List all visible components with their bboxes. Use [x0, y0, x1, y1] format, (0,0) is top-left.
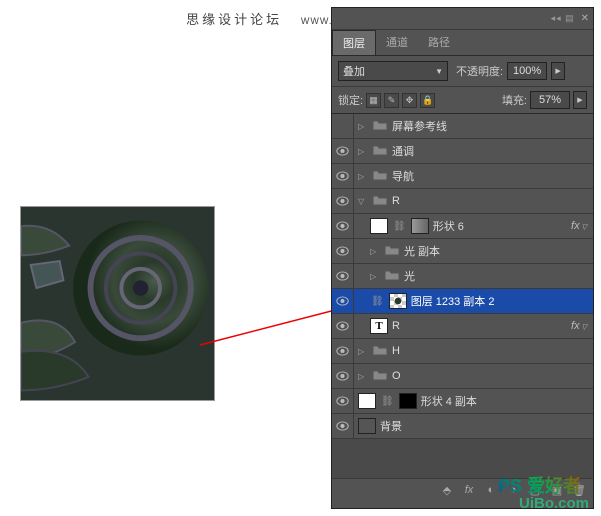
layer-name: R: [392, 195, 400, 207]
layer-row[interactable]: ▷O: [332, 364, 593, 389]
tab-channels[interactable]: 通道: [376, 30, 418, 55]
layer-name: 光 副本: [404, 243, 440, 259]
opacity-flyout[interactable]: ▶: [551, 62, 565, 80]
opacity-input[interactable]: 100%: [507, 62, 547, 80]
lock-all-icon[interactable]: 🔒: [420, 93, 435, 108]
folder-icon: [372, 369, 388, 384]
fill-flyout[interactable]: ▶: [573, 91, 587, 109]
layer-name: 屏幕参考线: [392, 118, 447, 134]
disclosure-triangle[interactable]: ▷: [358, 172, 368, 181]
layer-thumbnail[interactable]: [389, 293, 407, 309]
layer-row[interactable]: ▷ 屏幕参考线: [332, 114, 593, 139]
disclosure-triangle[interactable]: ▷: [358, 347, 368, 356]
disclosure-triangle[interactable]: ▷: [370, 272, 380, 281]
layer-row[interactable]: ⛓ 形状 4 副本: [332, 389, 593, 414]
layer-name: 导航: [392, 168, 414, 184]
disclosure-triangle[interactable]: ▷: [358, 122, 368, 131]
lock-transparency-icon[interactable]: ▦: [366, 93, 381, 108]
layer-row[interactable]: 背景: [332, 414, 593, 439]
layer-row[interactable]: ▷ 导航: [332, 164, 593, 189]
tab-layers[interactable]: 图层: [332, 30, 376, 55]
layer-name: R: [392, 320, 400, 332]
layer-thumbnail[interactable]: [411, 218, 429, 234]
layer-row[interactable]: ▷H: [332, 339, 593, 364]
layer-name: 通调: [392, 143, 414, 159]
layer-name: 图层 1233 副本 2: [411, 293, 495, 309]
visibility-toggle[interactable]: [332, 414, 354, 438]
visibility-toggle[interactable]: [332, 339, 354, 363]
visibility-toggle[interactable]: [332, 264, 354, 288]
layer-thumbnail[interactable]: [358, 418, 376, 434]
lock-row: 锁定: ▦ ✎ ✥ 🔒 填充: 57% ▶: [332, 87, 593, 114]
visibility-toggle[interactable]: [332, 139, 354, 163]
visibility-toggle[interactable]: [332, 389, 354, 413]
visibility-toggle[interactable]: [332, 114, 354, 138]
layer-name: 背景: [380, 418, 402, 434]
link-icon: ⛓: [371, 296, 384, 307]
blend-mode-value: 叠加: [343, 63, 365, 79]
layer-row[interactable]: ▷ 通调: [332, 139, 593, 164]
disclosure-triangle[interactable]: ▷: [358, 372, 368, 381]
layer-thumbnail[interactable]: [358, 393, 376, 409]
disclosure-triangle[interactable]: ▷: [370, 247, 380, 256]
fx-indicator[interactable]: fx▽: [571, 220, 587, 232]
blend-mode-select[interactable]: 叠加 ▼: [338, 61, 448, 81]
visibility-toggle[interactable]: [332, 239, 354, 263]
layer-name: 形状 4 副本: [421, 393, 477, 409]
layer-thumbnail[interactable]: T: [370, 318, 388, 334]
layer-row[interactable]: ⛓ 形状 6 fx▽: [332, 214, 593, 239]
layer-thumbnail[interactable]: [399, 393, 417, 409]
panel-menu-icon[interactable]: ◂◂ ▤: [551, 13, 575, 24]
lock-label: 锁定:: [338, 92, 363, 108]
panel-tabs: 图层 通道 路径: [332, 30, 593, 56]
folder-icon: [372, 169, 388, 184]
disclosure-triangle[interactable]: ▽: [358, 197, 368, 206]
layer-row[interactable]: ▷光: [332, 264, 593, 289]
layer-name: O: [392, 370, 401, 382]
chevron-down-icon: ▼: [435, 67, 443, 76]
layer-name: 形状 6: [433, 218, 464, 234]
layer-row[interactable]: ▽R: [332, 189, 593, 214]
folder-icon: [372, 144, 388, 159]
layer-row[interactable]: ⛓ 图层 1233 副本 2: [332, 289, 593, 314]
link-layers-icon[interactable]: ⬘: [439, 483, 455, 497]
visibility-toggle[interactable]: [332, 314, 354, 338]
folder-icon: [384, 269, 400, 284]
fx-indicator[interactable]: fx▽: [571, 320, 587, 332]
folder-icon: [372, 344, 388, 359]
opacity-label: 不透明度:: [456, 63, 503, 79]
layer-name: H: [392, 345, 400, 357]
preview-image: [20, 206, 215, 401]
folder-icon: [372, 194, 388, 209]
blend-row: 叠加 ▼ 不透明度: 100% ▶: [332, 56, 593, 87]
close-icon[interactable]: ✕: [581, 13, 589, 24]
link-icon: ⛓: [381, 396, 394, 407]
visibility-toggle[interactable]: [332, 189, 354, 213]
lock-paint-icon[interactable]: ✎: [384, 93, 399, 108]
visibility-toggle[interactable]: [332, 364, 354, 388]
layer-name: 光: [404, 268, 415, 284]
layer-row[interactable]: ▷ 光 副本: [332, 239, 593, 264]
visibility-toggle[interactable]: [332, 214, 354, 238]
folder-icon: [372, 119, 388, 134]
mask-icon[interactable]: ◐: [483, 483, 499, 497]
lock-move-icon[interactable]: ✥: [402, 93, 417, 108]
layer-row[interactable]: TRfx▽: [332, 314, 593, 339]
layers-panel: ◂◂ ▤ ✕ 图层 通道 路径 叠加 ▼ 不透明度: 100% ▶ 锁定: ▦ …: [331, 7, 594, 509]
layers-list: ▷屏幕参考线▷通调▷导航▽R⛓形状 6fx▽▷光 副本▷光⛓图层 1233 副本…: [332, 114, 593, 439]
visibility-toggle[interactable]: [332, 164, 354, 188]
visibility-toggle[interactable]: [332, 289, 354, 313]
folder-icon: [384, 244, 400, 259]
fx-icon[interactable]: fx: [461, 483, 477, 497]
watermark-url: UiBo.com: [519, 495, 589, 512]
disclosure-triangle[interactable]: ▷: [358, 147, 368, 156]
layer-thumbnail[interactable]: [370, 218, 388, 234]
link-icon: ⛓: [393, 221, 406, 232]
fill-input[interactable]: 57%: [530, 91, 570, 109]
fill-label: 填充:: [502, 92, 527, 108]
panel-titlebar[interactable]: ◂◂ ▤ ✕: [332, 8, 593, 30]
tab-paths[interactable]: 路径: [418, 30, 460, 55]
